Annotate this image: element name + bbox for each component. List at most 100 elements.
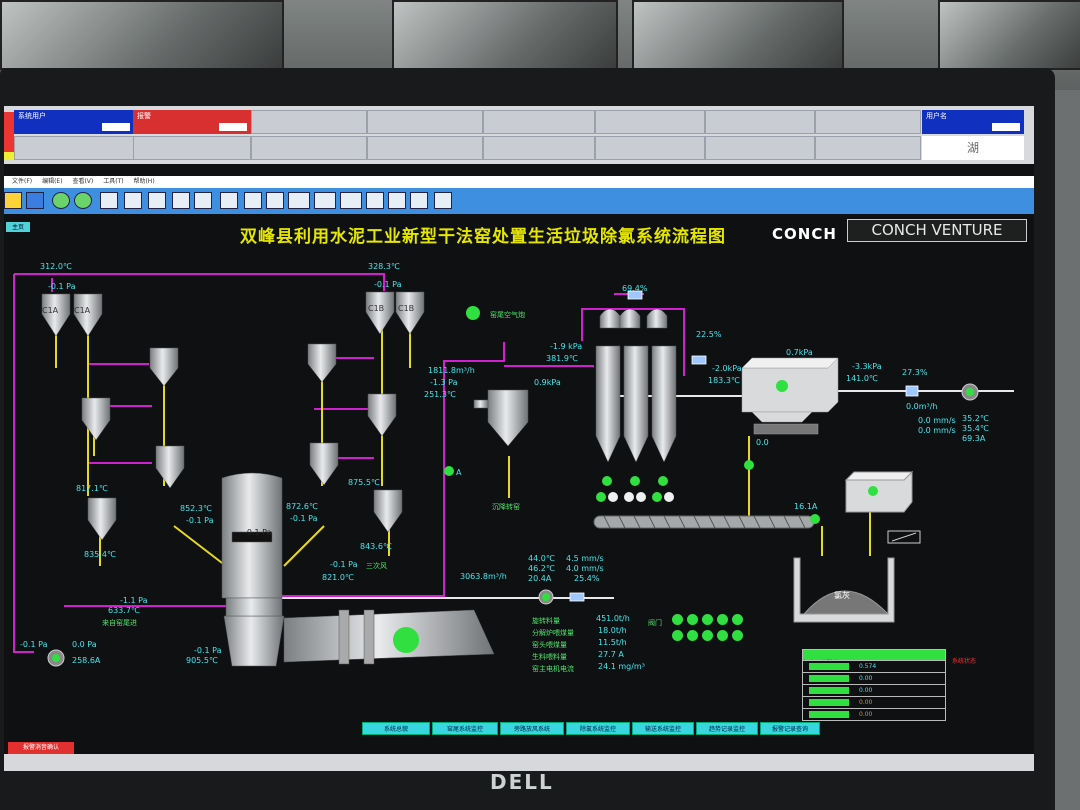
kiln-label-3: 生料喂料量 — [532, 653, 567, 661]
valve-indicator[interactable] — [687, 630, 698, 641]
nav-button-overview[interactable]: 系统总貌 — [362, 722, 430, 735]
nav-button-alarm-log[interactable]: 报警记录查询 — [760, 722, 820, 735]
cyclone-valve-indicator[interactable] — [630, 476, 640, 486]
valve-indicator[interactable] — [732, 630, 743, 641]
right-c5-temp: 843.6℃ — [360, 542, 392, 551]
camera-monitor-2 — [392, 0, 618, 70]
cyclone-valve-indicator[interactable] — [596, 492, 606, 502]
camera-monitor-4 — [938, 0, 1080, 70]
camera-monitor-3 — [632, 0, 844, 70]
right-calciner-temp: 872.6℃ — [286, 502, 318, 511]
cyclone-c1a-label: C1A — [42, 306, 59, 315]
conveyor-indicator[interactable] — [810, 514, 820, 524]
valve-indicator[interactable] — [717, 614, 728, 625]
valve-indicator[interactable] — [717, 630, 728, 641]
fan-temp-1: 35.2℃ — [962, 414, 989, 423]
cyclone-valve-indicator[interactable] — [652, 492, 662, 502]
settle-pa: 0.9kPa — [534, 378, 561, 387]
valve-right-pct: 22.5% — [696, 330, 722, 339]
c2-top-temp: 328.3℃ — [368, 262, 400, 271]
mix-temp-1: 44.0℃ — [528, 554, 555, 563]
settle-chamber-label: 沉降转窑 — [492, 503, 520, 511]
left-fan-pa: -0.1 Pa — [20, 640, 48, 649]
nav-button-bypass[interactable]: 旁路放风系统 — [500, 722, 564, 735]
valve-indicator[interactable] — [702, 630, 713, 641]
hmi-screen: 系统用户 报警 用户名 湖 文件(F) 编辑(E) 查看(V) 工具(T) 帮助… — [4, 106, 1034, 771]
cyclone-c1b-2-label: C1B — [398, 304, 415, 313]
valves-label: 阀门 — [648, 619, 662, 627]
cyclone-valve-indicator[interactable] — [624, 492, 634, 502]
calciner-pa: -0.1 Pa — [244, 528, 272, 537]
chlorine-ash-silo-label: 氯灰 — [834, 591, 850, 600]
status-indicator-a[interactable] — [444, 466, 454, 476]
fan-flow: 0.0m³/h — [906, 402, 938, 411]
nav-button-conveying[interactable]: 输送系统监控 — [632, 722, 694, 735]
valve-indicator[interactable] — [702, 614, 713, 625]
nav-button-kiln[interactable]: 窑尾系统监控 — [432, 722, 498, 735]
c2-top-pa: -0.1 Pa — [374, 280, 402, 289]
system-status-label: 系统状态 — [952, 658, 977, 665]
smoke-chamber-pa: -0.1 Pa — [330, 560, 358, 569]
silo-indicator[interactable] — [868, 486, 878, 496]
fan-temp: 141.0℃ — [846, 374, 878, 383]
fan-pa: -3.3kPa — [852, 362, 882, 371]
cyclone-c1a-2-label: C1A — [74, 306, 91, 315]
kiln-feed: 18.0t/h — [598, 626, 627, 635]
valve-indicator[interactable] — [672, 614, 683, 625]
valve-indicator[interactable] — [732, 614, 743, 625]
status-label-a: A — [456, 468, 462, 477]
kiln-inlet-pa: -1.1 Pa — [120, 596, 148, 605]
fan-vibration-1: 0.0 mm/s — [918, 416, 956, 425]
fan-temp-2: 35.4℃ — [962, 424, 989, 433]
kiln-air-cannon-label: 窑尾空气炮 — [490, 311, 525, 319]
mix-temp-2: 46.2℃ — [528, 564, 555, 573]
screw-current: 0.0 — [756, 438, 769, 447]
kiln-air-cannon-indicator[interactable] — [466, 306, 480, 320]
mix-vibration-1: 4.5 mm/s — [566, 554, 604, 563]
left-calciner-pa: -0.1 Pa — [186, 516, 214, 525]
left-fan-value: 0.0 Pa — [72, 640, 97, 649]
screw-indicator[interactable] — [744, 460, 754, 470]
kiln-temp: 905.5℃ — [186, 656, 218, 665]
status-bar — [4, 754, 1034, 771]
fan-current: 69.3A — [962, 434, 986, 443]
camera-monitor-1 — [0, 0, 284, 70]
bypass-temp: 251.3℃ — [424, 390, 456, 399]
tertiary-air-label: 三次风 — [366, 562, 387, 570]
c1-top-temp: 312.0℃ — [40, 262, 72, 271]
valve-indicator[interactable] — [672, 630, 683, 641]
bag-kpa: 0.7kPa — [786, 348, 813, 357]
bypass-pa: -1.3 Pa — [430, 378, 458, 387]
cyclone-valve-indicator[interactable] — [636, 492, 646, 502]
valve-top-pct: 69.4% — [622, 284, 648, 293]
bypass-flow: 1811.8m³/h — [428, 366, 475, 375]
bag-temp: 183.3℃ — [708, 376, 740, 385]
left-c5-bottom-temp: 835.4℃ — [84, 550, 116, 559]
kiln-coal: 11.5t/h — [598, 638, 627, 647]
alarm-ack-button[interactable]: 报警消音确认 — [8, 742, 74, 754]
kiln-inlet-label: 来自窑尾进 — [102, 619, 137, 627]
nav-button-trend[interactable]: 趋势记录监控 — [696, 722, 758, 735]
cyclone-valve-indicator[interactable] — [602, 476, 612, 486]
monitor-brand-logo: DELL — [490, 770, 554, 794]
table-row: 0.00 — [803, 708, 945, 721]
smoke-chamber-temp: 821.0℃ — [322, 573, 354, 582]
kiln-label-4: 窑主电机电流 — [532, 665, 574, 673]
nav-button-dechlorination[interactable]: 除氯系统监控 — [566, 722, 630, 735]
cyclone-valve-indicator[interactable] — [608, 492, 618, 502]
kiln-label-2: 窑头喂煤量 — [532, 641, 567, 649]
cyclone-valve-indicator[interactable] — [658, 476, 668, 486]
mix-pct: 25.4% — [574, 574, 600, 583]
bag-pa: -2.0kPa — [712, 364, 742, 373]
cyclone-valve-indicator[interactable] — [664, 492, 674, 502]
kiln-power: 27.7 A — [598, 650, 624, 659]
kiln-inlet-temp: 633.7℃ — [108, 606, 140, 615]
chlorine-removal-table: 氯离子去除率 0.574 0.00 0.00 0.00 0.00 — [802, 649, 946, 721]
valve-indicator[interactable] — [687, 614, 698, 625]
kiln-label-0: 旋转料量 — [532, 617, 560, 625]
left-calciner-temp: 852.3℃ — [180, 504, 212, 513]
kiln-label-1: 分解炉喂煤量 — [532, 629, 574, 637]
cyclone-temp: 381.9℃ — [546, 354, 578, 363]
cyclone-c1b-label: C1B — [368, 304, 385, 313]
mix-current: 20.4A — [528, 574, 552, 583]
